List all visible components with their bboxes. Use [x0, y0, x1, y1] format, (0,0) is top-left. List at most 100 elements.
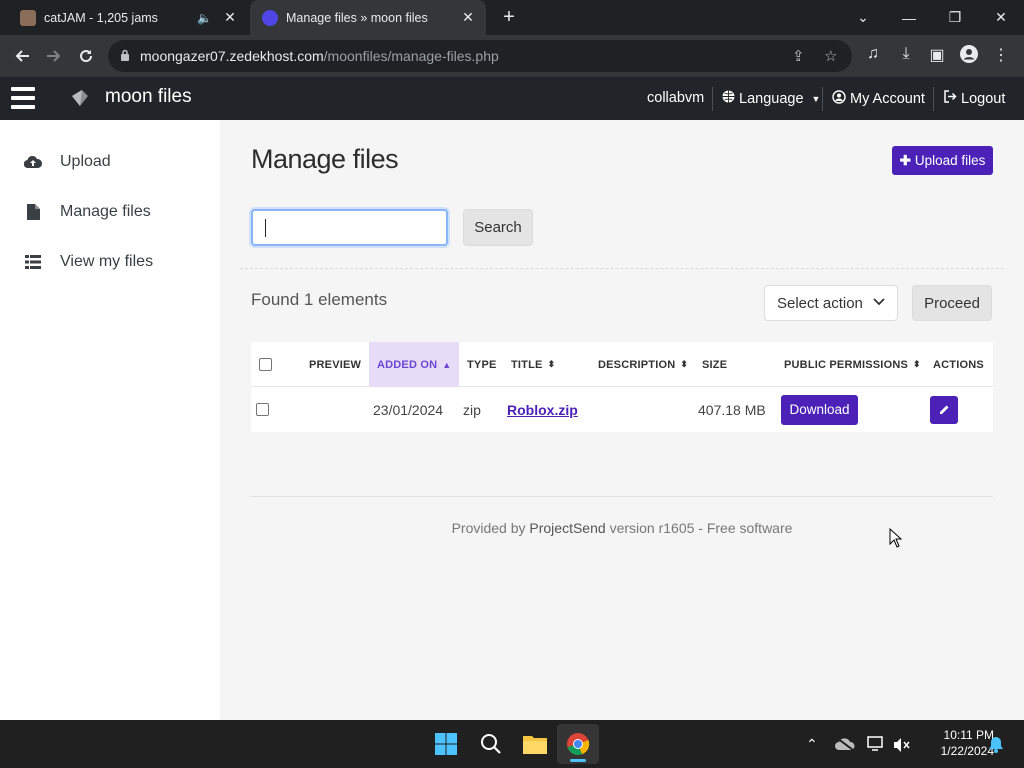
app-navbar: moon files collabvm Language ▼ My Accoun…: [0, 77, 1024, 120]
language-dropdown[interactable]: Language ▼: [722, 90, 820, 107]
select-all-checkbox[interactable]: [259, 358, 272, 371]
column-label: ADDED ON: [377, 358, 438, 371]
url-host: moongazer07.zedekhost.com: [140, 48, 324, 64]
user-circle-icon: [832, 90, 846, 108]
media-control-icon[interactable]: ♫: [862, 45, 884, 63]
browser-toolbar: moongazer07.zedekhost.com/moonfiles/mana…: [0, 35, 1024, 77]
share-icon[interactable]: ⇪: [792, 47, 805, 65]
side-panel-icon[interactable]: ▣: [926, 45, 948, 65]
list-icon: [24, 254, 42, 270]
logout-link[interactable]: Logout: [943, 90, 1005, 107]
sort-icon: ⬍: [547, 359, 556, 369]
table-row: 23/01/2024 zip Roblox.zip 407.18 MB Down…: [251, 387, 993, 432]
sidebar-item-upload[interactable]: Upload: [24, 153, 111, 171]
browser-tab-catjam[interactable]: catJAM - 1,205 jams 🔈 ✕: [8, 0, 248, 35]
sort-icon: ⬍: [680, 359, 689, 369]
chevron-down-icon: [873, 295, 885, 309]
download-icon[interactable]: ⤓: [895, 45, 917, 63]
sidebar-item-label: Upload: [60, 153, 111, 170]
row-checkbox[interactable]: [256, 403, 269, 416]
sidebar-item-label: Manage files: [60, 203, 151, 220]
column-description[interactable]: DESCRIPTION ⬍: [598, 342, 688, 387]
volume-muted-icon[interactable]: [893, 737, 911, 758]
minimize-button[interactable]: —: [886, 0, 932, 35]
close-tab-icon[interactable]: ✕: [458, 9, 478, 26]
menu-kebab-icon[interactable]: ⋮: [990, 45, 1012, 65]
cell-actions: [930, 387, 958, 432]
search-button[interactable]: Search: [463, 209, 533, 246]
browser-tab-manage-files[interactable]: Manage files » moon files ✕: [250, 0, 486, 35]
column-public-permissions[interactable]: PUBLIC PERMISSIONS ⬍: [784, 342, 921, 387]
sidebar-item-view-my-files[interactable]: View my files: [24, 253, 153, 271]
tab-title: catJAM - 1,205 jams: [44, 10, 158, 25]
footer-prefix: Provided by: [451, 520, 526, 536]
edit-button[interactable]: [930, 395, 958, 424]
column-added-on[interactable]: ADDED ON ▲: [369, 342, 459, 387]
address-bar[interactable]: moongazer07.zedekhost.com/moonfiles/mana…: [108, 40, 852, 72]
download-button[interactable]: Download: [781, 394, 858, 425]
close-tab-icon[interactable]: ✕: [220, 9, 240, 26]
url-text: moongazer07.zedekhost.com/moonfiles/mana…: [140, 48, 499, 64]
network-icon[interactable]: [867, 736, 885, 757]
page-title: Manage files: [251, 144, 399, 174]
new-tab-icon[interactable]: +: [498, 6, 520, 29]
restore-button[interactable]: ❐: [932, 0, 978, 35]
files-table: PREVIEW ADDED ON ▲ TYPE TITLE ⬍ DESCRIPT…: [251, 342, 993, 432]
column-title[interactable]: TITLE ⬍: [511, 342, 555, 387]
sign-out-icon: [943, 90, 957, 107]
divider: [240, 268, 1004, 269]
search-input[interactable]: [251, 209, 448, 246]
browser-tab-strip: catJAM - 1,205 jams 🔈 ✕ Manage files » m…: [0, 0, 1024, 35]
file-explorer-icon[interactable]: [519, 728, 551, 760]
sidebar-item-manage-files[interactable]: Manage files: [24, 203, 151, 221]
moon-logo-icon: [72, 90, 88, 106]
sort-asc-icon: ▲: [442, 359, 452, 370]
sort-icon: ⬍: [913, 359, 921, 369]
back-icon[interactable]: [9, 43, 35, 69]
show-hidden-icons-chevron-icon[interactable]: ⌃: [806, 736, 818, 753]
column-preview: PREVIEW: [309, 358, 362, 371]
clock-date: 1/22/2024: [940, 744, 994, 758]
lock-icon[interactable]: [120, 49, 130, 64]
column-label: DESCRIPTION: [598, 358, 676, 371]
bulk-action-select[interactable]: Select action: [764, 285, 898, 321]
cell-type: zip: [463, 401, 481, 418]
cell-size: 407.18 MB: [698, 401, 766, 418]
profile-icon[interactable]: [958, 45, 980, 68]
main-content: Manage files ✚ Upload files Search Found…: [220, 120, 1024, 720]
cloud-upload-icon: [24, 154, 42, 170]
notification-bell-icon[interactable]: [988, 736, 1004, 758]
search-icon[interactable]: [475, 728, 507, 760]
nav-separator: [822, 87, 823, 111]
cell-added-on: 23/01/2024: [373, 401, 444, 418]
footer: Provided by ProjectSend version r1605 - …: [220, 520, 1024, 536]
cell-title: Roblox.zip: [507, 387, 578, 432]
globe-icon: [722, 90, 735, 107]
proceed-button[interactable]: Proceed: [912, 285, 992, 321]
system-clock[interactable]: 10:11 PM 1/22/2024: [918, 727, 994, 759]
forward-icon[interactable]: [41, 43, 67, 69]
cat-favicon-icon: [20, 9, 36, 26]
tab-search-icon[interactable]: ⌄: [840, 0, 886, 35]
brand-name[interactable]: moon files: [105, 86, 192, 108]
my-account-label: My Account: [850, 91, 925, 107]
nav-username[interactable]: collabvm: [647, 90, 704, 106]
onedrive-icon[interactable]: [835, 737, 855, 756]
windows-start-icon[interactable]: [430, 728, 462, 760]
projectsend-link[interactable]: ProjectSend: [529, 520, 605, 536]
my-account-link[interactable]: My Account: [832, 90, 925, 108]
bookmark-star-icon[interactable]: ☆: [824, 47, 837, 65]
close-window-button[interactable]: ✕: [978, 0, 1024, 35]
upload-files-button[interactable]: ✚ Upload files: [892, 146, 993, 175]
mouse-cursor-icon: [889, 528, 903, 548]
speaker-icon[interactable]: 🔈: [197, 11, 212, 25]
chrome-taskbar-item[interactable]: [557, 724, 599, 764]
file-title-link[interactable]: Roblox.zip: [507, 402, 578, 418]
column-size: SIZE: [702, 358, 728, 371]
hamburger-menu-icon[interactable]: [11, 87, 35, 109]
cell-permissions: Download: [781, 387, 858, 432]
column-label: TITLE: [511, 358, 543, 371]
reload-icon[interactable]: [73, 43, 99, 69]
nav-separator: [712, 87, 713, 111]
column-label: PUBLIC PERMISSIONS: [784, 358, 909, 371]
